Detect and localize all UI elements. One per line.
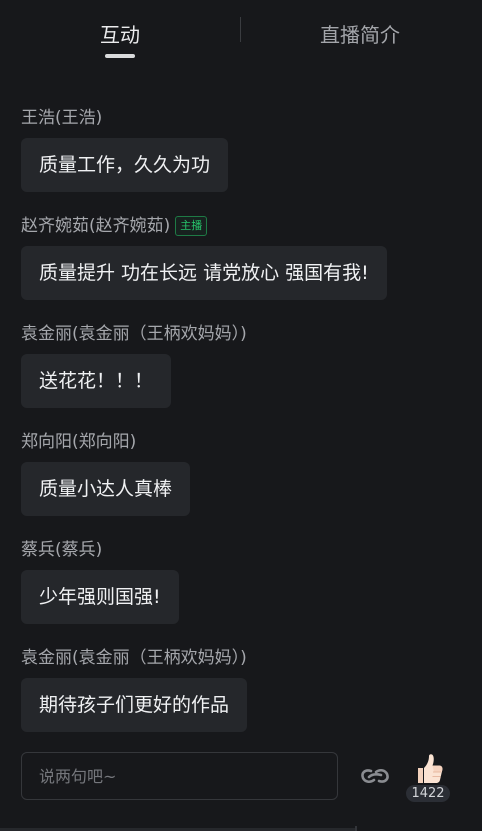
message-bubble: 少年强则国强! <box>21 570 179 624</box>
tab-bar: 互动 直播简介 <box>0 0 482 70</box>
bottom-border-notch <box>355 826 357 831</box>
sender-name: 赵齐婉茹(赵齐婉茹) <box>21 216 171 236</box>
sender-name: 王浩(王浩) <box>21 108 103 128</box>
host-badge: 主播 <box>175 216 208 236</box>
message-bubble: 期待孩子们更好的作品 <box>21 678 248 732</box>
like-button[interactable]: 1422 <box>404 752 452 802</box>
sender-name: 郑向阳(郑向阳) <box>21 432 137 452</box>
sender-name: 袁金丽(袁金丽（王柄欢妈妈）) <box>21 324 247 344</box>
sender-name: 蔡兵(蔡兵) <box>21 540 103 560</box>
message-bubble: 质量提升 功在长远 请党放心 强国有我! <box>21 246 387 300</box>
message-sender: 赵齐婉茹(赵齐婉茹) 主播 <box>21 215 208 237</box>
like-count: 1422 <box>406 785 450 802</box>
message-sender: 王浩(王浩) <box>21 107 102 129</box>
message-sender: 袁金丽(袁金丽（王柄欢妈妈）) <box>21 647 247 669</box>
sender-name: 袁金丽(袁金丽（王柄欢妈妈）) <box>21 648 247 668</box>
tab-interact[interactable]: 互动 <box>60 20 180 50</box>
message-sender: 郑向阳(郑向阳) <box>21 431 136 453</box>
message-bubble: 质量小达人真棒 <box>21 462 191 516</box>
link-icon[interactable] <box>358 762 392 790</box>
message-bubble: 质量工作，久久为功 <box>21 138 229 192</box>
live-interaction-panel: 互动 直播简介 王浩(王浩) 质量工作，久久为功 赵齐婉茹(赵齐婉茹) 主播 质量… <box>0 0 482 831</box>
tab-active-indicator <box>105 54 135 58</box>
tab-divider <box>240 17 241 42</box>
comment-input[interactable] <box>21 752 338 800</box>
message-bubble: 送花花！！！ <box>21 354 172 408</box>
link-icon-svg <box>361 768 389 784</box>
tab-live-intro[interactable]: 直播简介 <box>300 20 420 50</box>
message-sender: 袁金丽(袁金丽（王柄欢妈妈）) <box>21 323 247 345</box>
thumbs-up-icon <box>418 754 443 783</box>
message-sender: 蔡兵(蔡兵) <box>21 539 102 561</box>
